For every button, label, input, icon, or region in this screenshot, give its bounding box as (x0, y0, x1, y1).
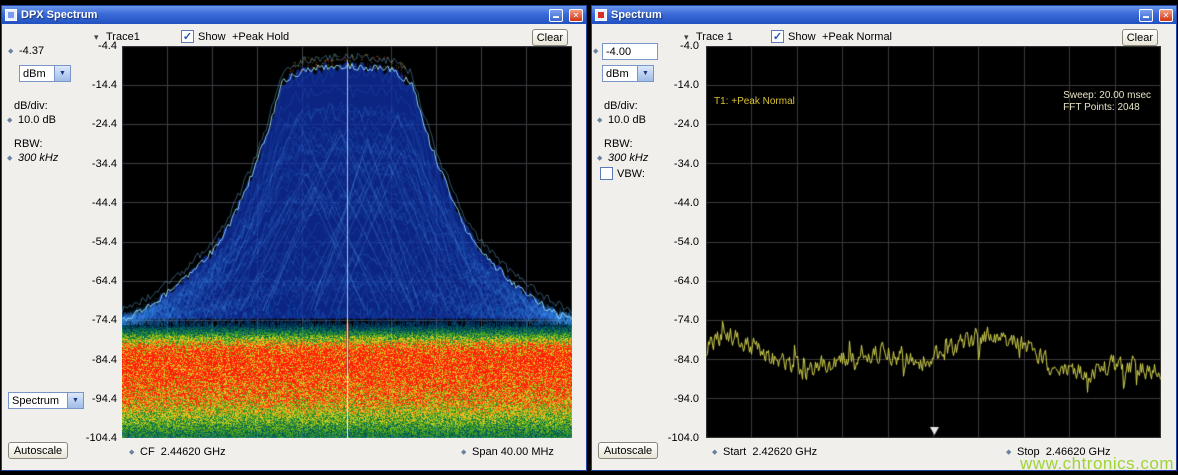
dbdiv-label: dB/div: (14, 100, 48, 113)
chevron-down-icon (54, 66, 70, 81)
ref-level-input[interactable] (602, 43, 658, 60)
y-axis-label: -94.4 (92, 393, 117, 405)
rbw-label: RBW: (14, 138, 43, 151)
dbdiv-icon (597, 117, 605, 125)
trace-label: Trace 1 (696, 31, 733, 44)
y-axis-label: -104.0 (668, 432, 699, 444)
window-content: Trace1 Show +Peak Hold Clear -4.37 dBm d… (2, 24, 586, 470)
ref-level-icon (593, 48, 601, 56)
y-axis-label: -14.0 (674, 79, 699, 91)
unit-select-value: dBm (603, 68, 637, 80)
y-axis: -4.0-14.0-24.0-34.0-44.0-54.0-64.0-74.0-… (662, 46, 702, 438)
y-axis-label: -94.0 (674, 393, 699, 405)
y-axis-label: -84.4 (92, 354, 117, 366)
display-mode-value: Spectrum (9, 395, 67, 407)
dbdiv-value: 10.0 dB (608, 114, 646, 127)
unit-select[interactable]: dBm (602, 65, 654, 82)
dbdiv-icon (7, 117, 15, 125)
spectrum-window: Spectrum Trace 1 Show +Peak Normal Clear… (591, 5, 1177, 471)
span-label: Span 40.00 MHz (472, 446, 554, 459)
ref-level-value: -4.37 (19, 45, 44, 58)
window-icon (595, 9, 607, 21)
start-label: Start 2.42620 GHz (723, 446, 817, 459)
y-axis-label: -64.0 (674, 275, 699, 287)
y-axis-label: -104.4 (86, 432, 117, 444)
rbw-value: 300 kHz (608, 152, 648, 165)
spectrum-display[interactable]: T1: +Peak Normal Sweep: 20.00 msecFFT Po… (706, 46, 1161, 438)
fft-points-text: FFT Points: 2048 (1063, 102, 1151, 114)
close-button[interactable] (569, 9, 583, 22)
watermark: www.chtronics.com (1020, 454, 1174, 474)
y-axis-label: -44.4 (92, 197, 117, 209)
title-bar[interactable]: DPX Spectrum (2, 6, 586, 24)
check-icon (183, 32, 192, 42)
window-icon (5, 9, 17, 21)
minimize-button[interactable] (1139, 9, 1153, 22)
trace-annotation: T1: +Peak Normal (714, 96, 795, 108)
y-axis-label: -4.4 (98, 40, 117, 52)
clear-button[interactable]: Clear (532, 29, 568, 46)
close-button[interactable] (1159, 9, 1173, 22)
window-content: Trace 1 Show +Peak Normal Clear dBm dB/d… (592, 24, 1176, 470)
vbw-label: VBW: (617, 168, 645, 181)
y-axis: -4.4-14.4-24.4-34.4-44.4-54.4-64.4-74.4-… (80, 46, 120, 438)
dpx-canvas[interactable] (122, 46, 572, 438)
minimize-button[interactable] (549, 9, 563, 22)
dbdiv-value: 10.0 dB (18, 114, 56, 127)
y-axis-label: -34.0 (674, 158, 699, 170)
cf-label: CF 2.44620 GHz (140, 446, 226, 459)
unit-select-value: dBm (20, 68, 54, 80)
y-axis-label: -4.0 (680, 40, 699, 52)
y-axis-label: -74.0 (674, 314, 699, 326)
y-axis-label: -74.4 (92, 314, 117, 326)
unit-select[interactable]: dBm (19, 65, 71, 82)
sweep-text: Sweep: 20.00 msec (1063, 90, 1151, 102)
y-axis-label: -54.4 (92, 236, 117, 248)
show-label: Show (788, 31, 816, 44)
sweep-annotation: Sweep: 20.00 msecFFT Points: 2048 (1063, 90, 1151, 114)
rbw-icon (7, 155, 15, 163)
display-mode-select[interactable]: Spectrum (8, 392, 84, 409)
show-checkbox[interactable] (771, 30, 784, 43)
y-axis-label: -64.4 (92, 275, 117, 287)
y-axis-label: -14.4 (92, 79, 117, 91)
check-icon (773, 32, 782, 42)
title-bar[interactable]: Spectrum (592, 6, 1176, 24)
detection-mode-label: +Peak Normal (822, 31, 892, 44)
y-axis-label: -84.0 (674, 354, 699, 366)
autoscale-button[interactable]: Autoscale (8, 442, 68, 459)
vbw-checkbox[interactable] (600, 167, 613, 180)
show-label: Show (198, 31, 226, 44)
dpx-display[interactable] (122, 46, 572, 438)
y-axis-label: -54.0 (674, 236, 699, 248)
start-icon (712, 449, 720, 457)
rbw-value: 300 kHz (18, 152, 58, 165)
dpx-spectrum-window: DPX Spectrum Trace1 Show +Peak Hold Clea… (1, 5, 587, 471)
ref-level-icon (8, 48, 16, 56)
window-title: Spectrum (611, 9, 1133, 21)
detection-mode-label: +Peak Hold (232, 31, 289, 44)
y-axis-label: -44.0 (674, 197, 699, 209)
rbw-label: RBW: (604, 138, 633, 151)
span-icon (461, 449, 469, 457)
y-axis-label: -24.0 (674, 118, 699, 130)
stop-icon (1006, 449, 1014, 457)
y-axis-label: -34.4 (92, 158, 117, 170)
autoscale-button[interactable]: Autoscale (598, 442, 658, 459)
window-title: DPX Spectrum (21, 9, 543, 21)
chevron-down-icon (637, 66, 653, 81)
clear-button[interactable]: Clear (1122, 29, 1158, 46)
show-checkbox[interactable] (181, 30, 194, 43)
y-axis-label: -24.4 (92, 118, 117, 130)
rbw-icon (597, 155, 605, 163)
cf-icon (129, 449, 137, 457)
dbdiv-label: dB/div: (604, 100, 638, 113)
